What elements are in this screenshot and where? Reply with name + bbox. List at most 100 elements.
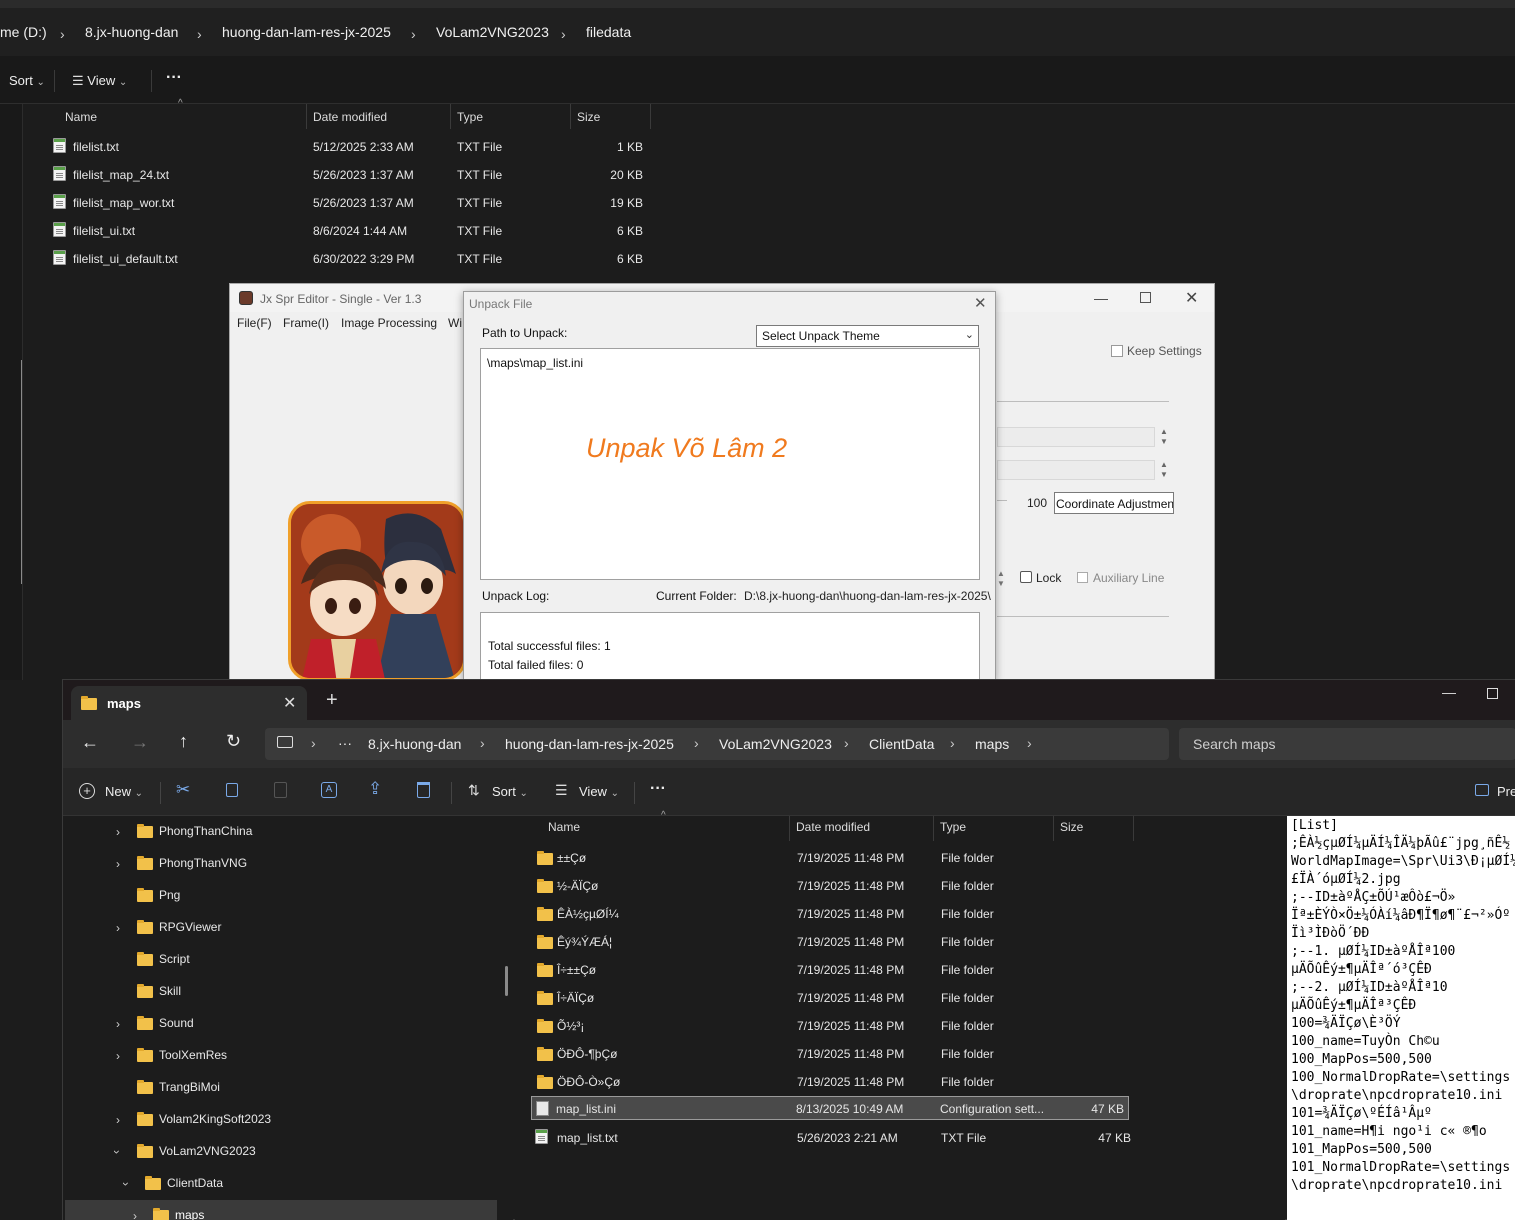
- file-row[interactable]: filelist_map_24.txt 5/26/2023 1:37 AM TX…: [52, 161, 652, 189]
- breadcrumb-huong-dan-lam-res[interactable]: huong-dan-lam-res-jx-2025: [222, 24, 391, 40]
- forward-icon[interactable]: →: [131, 732, 149, 753]
- expand-chevron-icon[interactable]: ›: [116, 1017, 120, 1031]
- paste-icon[interactable]: [274, 782, 287, 798]
- share-icon[interactable]: ⇪: [368, 779, 382, 799]
- column-header-size[interactable]: Size: [1060, 820, 1083, 834]
- spin-input[interactable]: [997, 460, 1155, 480]
- rename-icon[interactable]: A: [321, 782, 337, 798]
- breadcrumb-jx-huong-dan[interactable]: 8.jx-huong-dan: [368, 736, 461, 752]
- new-tab-icon[interactable]: +: [326, 689, 338, 712]
- cut-icon[interactable]: ✂: [176, 780, 190, 800]
- column-header-type[interactable]: Type: [457, 110, 483, 124]
- more-options-button[interactable]: ···: [650, 780, 666, 798]
- unpack-theme-select[interactable]: Select Unpack Theme ⌄: [756, 325, 979, 347]
- list-row-folder[interactable]: ÖÐÔ-¶þÇø 7/19/2025 11:48 PM File folder: [529, 1040, 1125, 1068]
- column-divider[interactable]: [650, 104, 651, 129]
- expand-chevron-icon[interactable]: ›: [116, 1049, 120, 1063]
- breadcrumb-clientdata[interactable]: ClientData: [869, 736, 934, 752]
- view-button[interactable]: View ⌄: [579, 784, 619, 799]
- expand-chevron-icon[interactable]: ›: [116, 1113, 120, 1127]
- column-divider[interactable]: [1053, 816, 1054, 841]
- file-row[interactable]: filelist.txt 5/12/2025 2:33 AM TXT File …: [52, 133, 652, 161]
- minimize-icon[interactable]: —: [1442, 684, 1456, 700]
- list-row-selected[interactable]: map_list.ini 8/13/2025 10:49 AM Configur…: [531, 1096, 1129, 1120]
- breadcrumb-volam2vng2023[interactable]: VoLam2VNG2023: [719, 736, 832, 752]
- column-header-type[interactable]: Type: [940, 820, 966, 834]
- lock-checkbox[interactable]: [1020, 571, 1032, 583]
- view-button[interactable]: ☰ View ⌄: [72, 73, 127, 89]
- breadcrumb-volam2vng2023[interactable]: VoLam2VNG2023: [436, 24, 549, 40]
- expand-chevron-icon[interactable]: ›: [133, 1209, 137, 1220]
- close-tab-icon[interactable]: ✕: [283, 693, 296, 713]
- more-options-button[interactable]: ···: [166, 69, 182, 87]
- breadcrumb-overflow[interactable]: ···: [338, 735, 352, 751]
- copy-icon[interactable]: [226, 783, 238, 797]
- menu-file[interactable]: File(F): [237, 316, 272, 330]
- minimize-icon[interactable]: —: [1094, 290, 1108, 306]
- spin-input[interactable]: [997, 427, 1155, 447]
- column-divider[interactable]: [570, 104, 571, 129]
- spin-arrows-icon[interactable]: ▲ ▼: [997, 569, 1005, 589]
- maximize-icon[interactable]: [1140, 292, 1151, 303]
- sort-button[interactable]: Sort ⌄: [492, 784, 528, 799]
- delete-icon[interactable]: [417, 782, 430, 798]
- refresh-icon[interactable]: ↻: [226, 731, 241, 752]
- nav-item-maps-selected[interactable]: › maps: [65, 1200, 497, 1220]
- unpack-log-box[interactable]: Total successful files: 1 Total failed f…: [480, 612, 980, 681]
- column-divider[interactable]: [789, 816, 790, 841]
- list-row-file[interactable]: map_list.txt 5/26/2023 2:21 AM TXT File 47 …: [529, 1124, 1131, 1152]
- column-header-date[interactable]: Date modified: [313, 110, 387, 124]
- list-row-folder[interactable]: Êý¾ÝÆÁ¦ 7/19/2025 11:48 PM File folder: [529, 928, 1125, 956]
- breadcrumb-huong-dan-lam-res[interactable]: huong-dan-lam-res-jx-2025: [505, 736, 674, 752]
- column-divider[interactable]: [450, 104, 451, 129]
- breadcrumb-maps[interactable]: maps: [975, 736, 1009, 752]
- column-divider[interactable]: [306, 104, 307, 129]
- preview-pane[interactable]: [List] ;ÊÀ½çµØÍ¼µÄÍ¼ÎÄ¼þÃû£¨jpg¸ñÊ½ Worl…: [1287, 816, 1515, 1220]
- column-divider[interactable]: [1133, 816, 1134, 841]
- expand-chevron-icon[interactable]: ›: [116, 921, 120, 935]
- new-button[interactable]: New ⌄: [105, 784, 143, 799]
- back-icon[interactable]: ←: [81, 732, 99, 753]
- keep-settings-checkbox[interactable]: [1111, 345, 1123, 357]
- nav-scrollbar[interactable]: [505, 966, 508, 996]
- list-row-folder[interactable]: ½-ÄÏÇø 7/19/2025 11:48 PM File folder: [529, 872, 1125, 900]
- list-row-folder[interactable]: Î÷±±Çø 7/19/2025 11:48 PM File folder: [529, 956, 1125, 984]
- path-textarea[interactable]: \maps\map_list.ini Unpak Võ Lâm 2: [480, 348, 980, 580]
- collapse-chevron-icon[interactable]: ›: [119, 1182, 133, 1186]
- up-icon[interactable]: ↑: [179, 731, 188, 752]
- menu-frame[interactable]: Frame(I): [283, 316, 329, 330]
- auxiliary-line-checkbox[interactable]: [1077, 572, 1088, 583]
- list-row-folder[interactable]: Õ½³¡ 7/19/2025 11:48 PM File folder: [529, 1012, 1125, 1040]
- breadcrumb-filedata[interactable]: filedata: [586, 24, 631, 40]
- sort-button[interactable]: Sort ⌄: [9, 73, 45, 88]
- list-row-folder[interactable]: ÖÐÔ-Ò»Çø 7/19/2025 11:48 PM File folder: [529, 1068, 1125, 1096]
- column-header-date[interactable]: Date modified: [796, 820, 870, 834]
- spin-arrows-icon[interactable]: ▲ ▼: [1160, 460, 1168, 480]
- column-divider[interactable]: [933, 816, 934, 841]
- search-input[interactable]: Search maps: [1179, 728, 1515, 760]
- expand-chevron-icon[interactable]: ›: [116, 857, 120, 871]
- collapse-chevron-icon[interactable]: ›: [110, 1150, 124, 1154]
- file-row[interactable]: filelist_ui_default.txt 6/30/2022 3:29 P…: [52, 245, 652, 273]
- address-bar[interactable]: › ··· 8.jx-huong-dan › huong-dan-lam-res…: [265, 728, 1169, 760]
- maximize-icon[interactable]: [1487, 688, 1498, 699]
- breadcrumb-jx-huong-dan[interactable]: 8.jx-huong-dan: [85, 24, 178, 40]
- list-row-folder[interactable]: ÊÀ½çµØÍ¼ 7/19/2025 11:48 PM File folder: [529, 900, 1125, 928]
- list-row-folder[interactable]: Î÷ÄÏÇø 7/19/2025 11:48 PM File folder: [529, 984, 1125, 1012]
- breadcrumb-drive[interactable]: me (D:): [0, 24, 47, 40]
- menu-window[interactable]: Wi: [448, 316, 462, 330]
- tab-maps[interactable]: maps ✕: [71, 686, 307, 720]
- spin-arrows-icon[interactable]: ▲ ▼: [1160, 427, 1168, 447]
- close-icon[interactable]: ✕: [974, 294, 987, 312]
- file-row[interactable]: filelist_map_wor.txt 5/26/2023 1:37 AM T…: [52, 189, 652, 217]
- slider-track[interactable]: [997, 500, 1007, 501]
- coordinate-adjustment-button[interactable]: Coordinate Adjustmen: [1054, 492, 1174, 514]
- column-header-name[interactable]: Name: [548, 820, 580, 834]
- file-row[interactable]: filelist_ui.txt 8/6/2024 1:44 AM TXT Fil…: [52, 217, 652, 245]
- column-header-name[interactable]: Name: [65, 110, 97, 124]
- preview-pane-button[interactable]: Pre: [1497, 784, 1515, 799]
- menu-image-processing[interactable]: Image Processing: [341, 316, 437, 330]
- close-icon[interactable]: ✕: [1185, 288, 1198, 308]
- column-header-size[interactable]: Size: [577, 110, 600, 124]
- expand-chevron-icon[interactable]: ›: [116, 825, 120, 839]
